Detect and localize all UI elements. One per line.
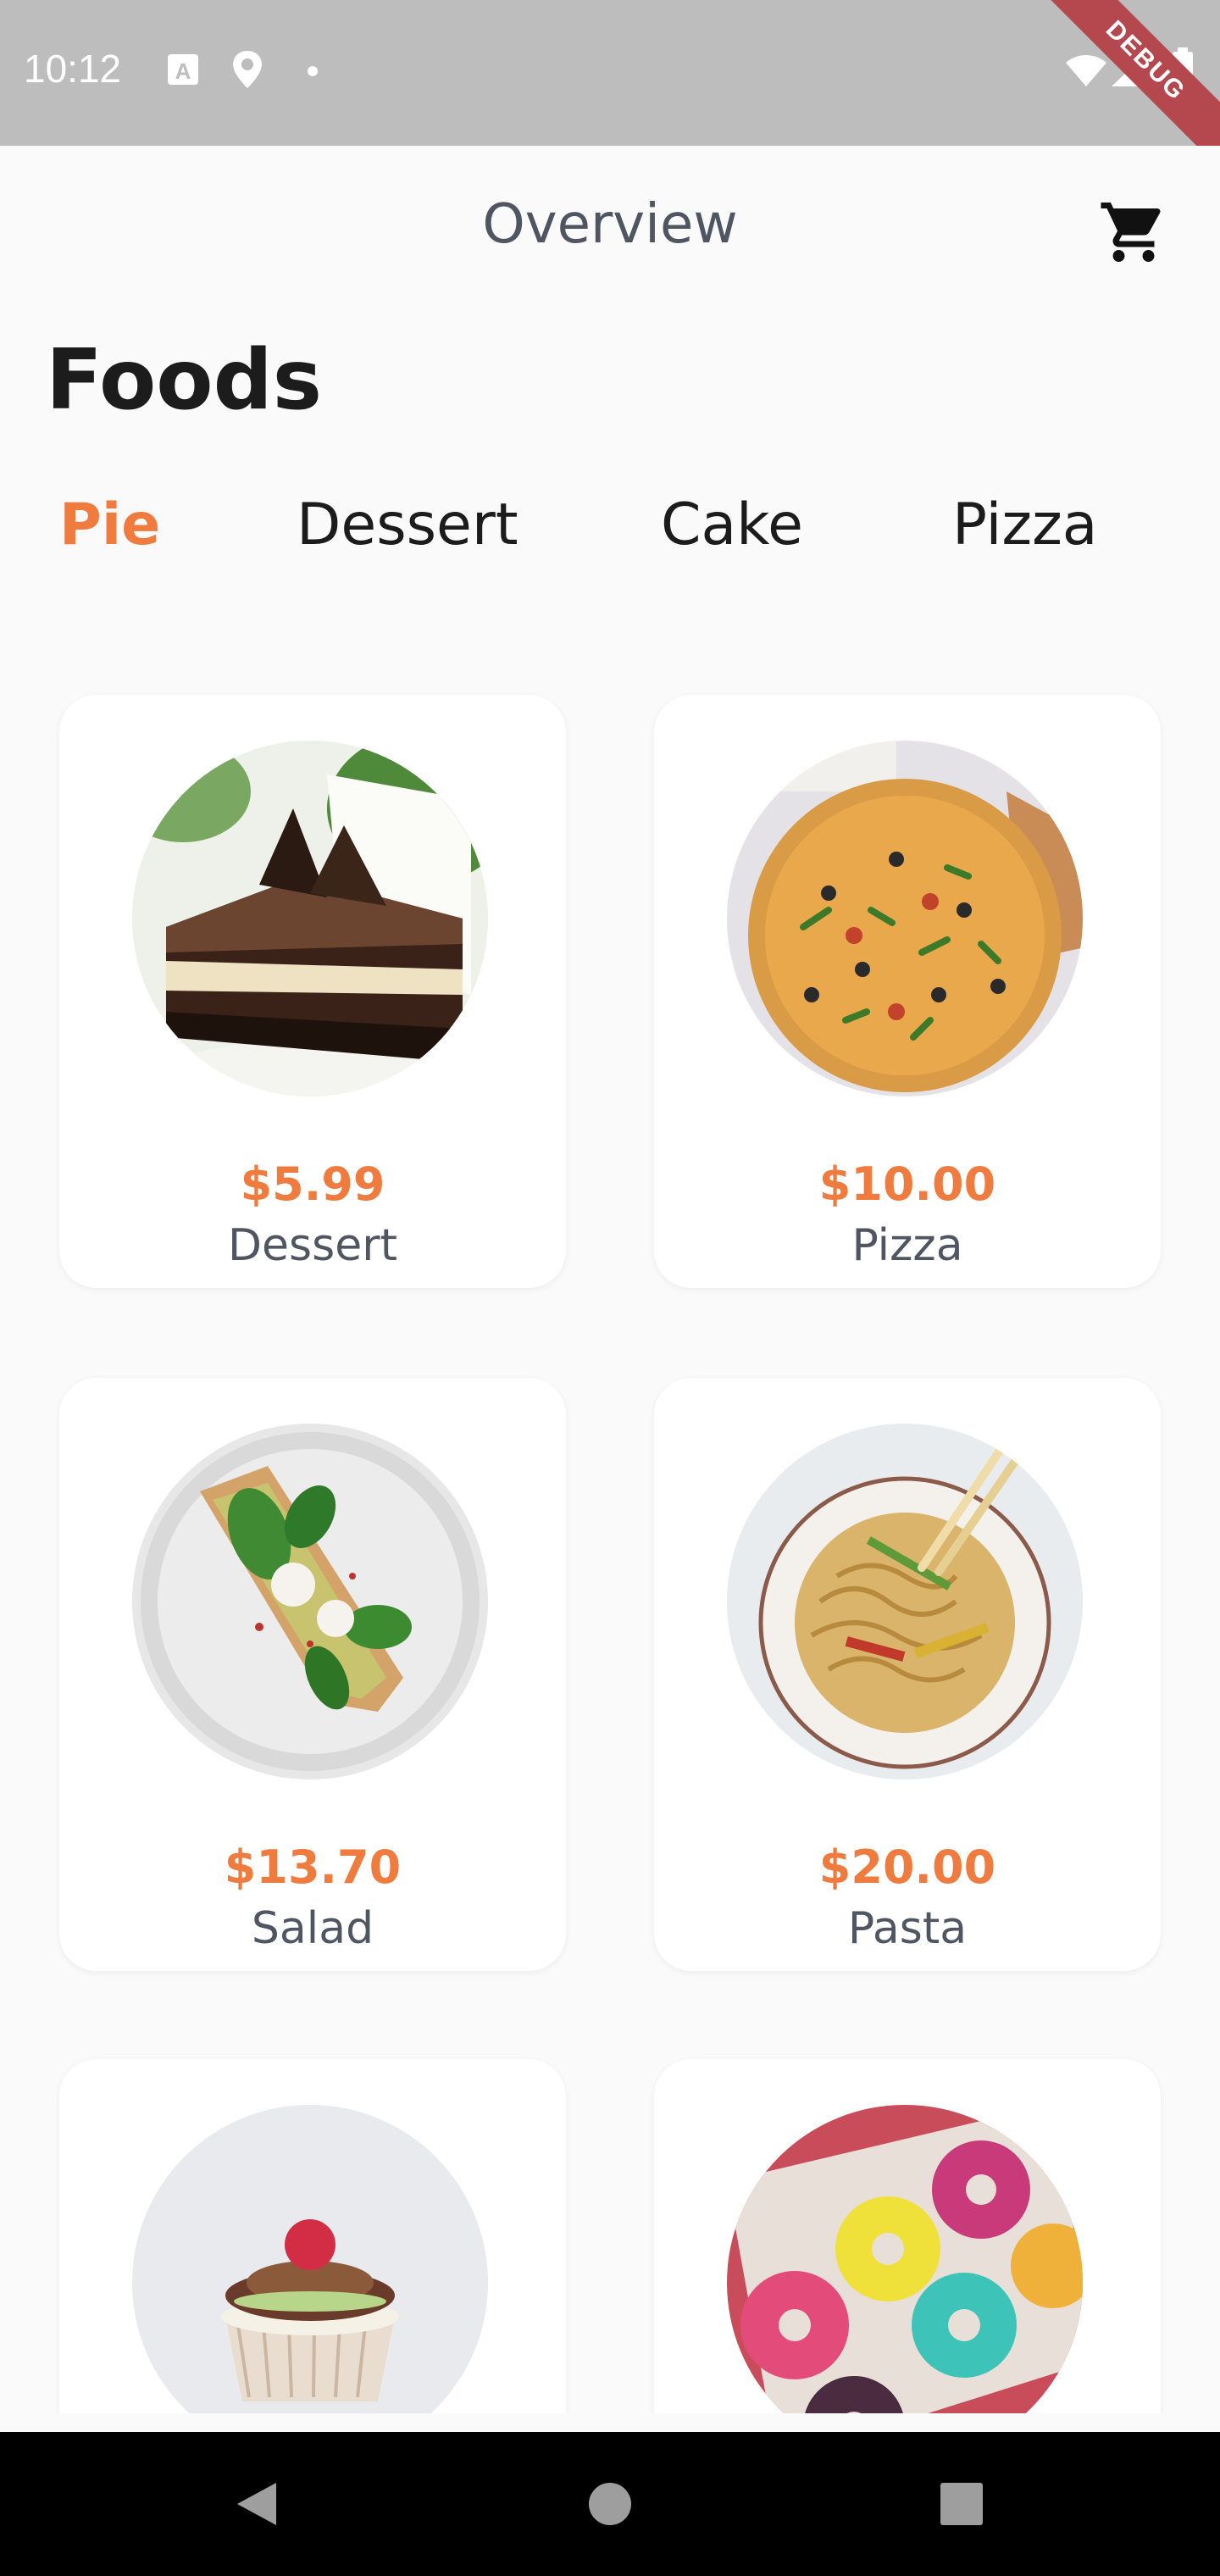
wifi-icon bbox=[1064, 51, 1108, 92]
food-image-cupcake bbox=[132, 2105, 488, 2413]
dot-icon bbox=[307, 64, 319, 80]
back-button[interactable] bbox=[217, 2466, 293, 2542]
food-image-pizza bbox=[727, 741, 1083, 1096]
system-nav-bar bbox=[0, 2432, 1220, 2576]
food-card-pizza[interactable]: $10.00 Pizza bbox=[654, 695, 1161, 1288]
keyboard-icon: A bbox=[166, 53, 200, 90]
food-name: Pizza bbox=[851, 1220, 963, 1271]
status-time: 10:12 bbox=[24, 47, 122, 91]
cart-button[interactable] bbox=[1098, 197, 1169, 268]
svg-text:A: A bbox=[175, 58, 191, 84]
location-icon bbox=[230, 49, 264, 93]
home-icon bbox=[572, 2483, 648, 2545]
food-card-cupcake[interactable] bbox=[59, 2059, 566, 2413]
food-card-donuts[interactable] bbox=[654, 2059, 1161, 2413]
tab-pizza[interactable]: Pizza bbox=[952, 491, 1097, 558]
recents-button[interactable] bbox=[923, 2466, 1000, 2542]
recents-icon bbox=[923, 2483, 1000, 2545]
tab-pie[interactable]: Pie bbox=[59, 491, 160, 558]
category-tabs: Pie Dessert Cake Pizza bbox=[0, 491, 1220, 576]
food-image-donuts bbox=[727, 2105, 1083, 2413]
home-button[interactable] bbox=[572, 2466, 648, 2542]
food-grid: $5.99 Dessert $10.00 Pizza $13.70 Salad … bbox=[0, 678, 1220, 2413]
food-image-pasta bbox=[727, 1424, 1083, 1779]
food-name: Salad bbox=[251, 1903, 374, 1954]
food-price: $10.00 bbox=[818, 1158, 996, 1211]
back-icon bbox=[217, 2483, 293, 2545]
shopping-cart-icon bbox=[1098, 203, 1169, 271]
food-name: Dessert bbox=[228, 1220, 397, 1271]
tab-dessert[interactable]: Dessert bbox=[297, 491, 518, 558]
food-price: $20.00 bbox=[818, 1840, 996, 1894]
app-bar-title: Overview bbox=[482, 193, 738, 256]
tab-cake[interactable]: Cake bbox=[661, 491, 803, 558]
food-name: Pasta bbox=[847, 1903, 968, 1954]
food-card-salad[interactable]: $13.70 Salad bbox=[59, 1378, 566, 1971]
food-price: $13.70 bbox=[224, 1840, 402, 1894]
app-bar: Overview bbox=[0, 146, 1220, 315]
status-bar: 10:12 A DEBUG bbox=[0, 0, 1220, 146]
food-card-pasta[interactable]: $20.00 Pasta bbox=[654, 1378, 1161, 1971]
food-image-salad bbox=[132, 1424, 488, 1779]
food-card-dessert[interactable]: $5.99 Dessert bbox=[59, 695, 566, 1288]
page-heading: Foods bbox=[46, 332, 323, 429]
food-price: $5.99 bbox=[240, 1158, 385, 1211]
food-image-chocolate-cake bbox=[132, 741, 488, 1096]
